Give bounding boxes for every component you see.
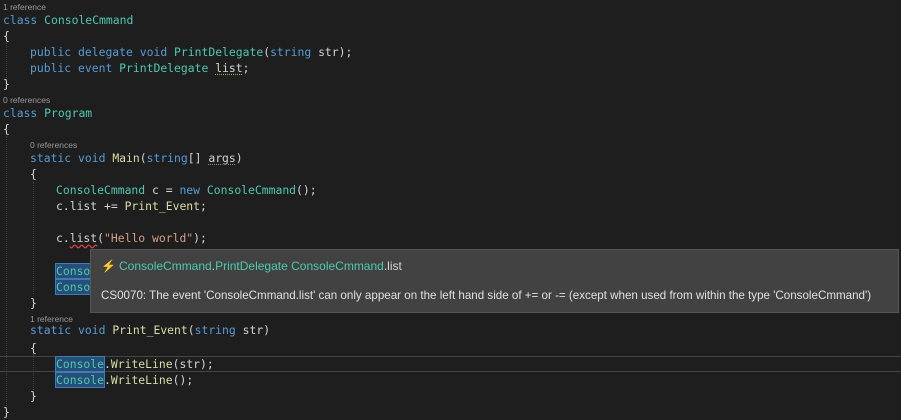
method-name: Main <box>112 151 140 165</box>
code-line[interactable]: Console.WriteLine(str); <box>54 356 214 372</box>
punct: (); <box>296 183 317 197</box>
keyword: public <box>30 45 72 59</box>
param: str <box>311 45 339 59</box>
punct: ); <box>193 231 207 245</box>
punct: ( <box>187 323 195 337</box>
code-line[interactable]: public event PrintDelegate list; <box>30 60 249 76</box>
highlighted-reference: Conso <box>54 263 92 279</box>
highlighted-reference: Console <box>54 356 106 372</box>
method-name: Print_Event <box>124 199 201 213</box>
punct: . <box>104 373 111 387</box>
code-line[interactable]: } <box>3 404 10 420</box>
tooltip-signature: ⚡ ConsoleCmmand.PrintDelegate ConsoleCmma… <box>101 259 402 273</box>
code-line[interactable]: public delegate void PrintDelegate(strin… <box>30 44 352 60</box>
sig-type: ConsoleCmmand <box>291 259 384 273</box>
keyword: event <box>78 61 113 75</box>
expression: c.list += <box>56 199 125 213</box>
indent-guide <box>6 42 8 78</box>
sig-type: ConsoleCmmand <box>119 259 212 273</box>
indent-guide <box>33 182 35 294</box>
code-line[interactable]: ConsoleCmmand c = new ConsoleCmmand(); <box>56 182 317 198</box>
keyword: static <box>30 151 72 165</box>
method-name: Print_Event <box>112 323 188 337</box>
keyword: string <box>270 45 312 59</box>
brace: { <box>3 29 10 43</box>
punct: ; <box>242 61 250 75</box>
sig-type: PrintDelegate <box>215 259 288 273</box>
param: str <box>235 323 264 337</box>
code-line[interactable]: } <box>3 76 10 92</box>
keyword: string <box>146 151 188 165</box>
brace: { <box>30 341 37 355</box>
code-line[interactable]: class ConsoleCmmand <box>3 12 133 28</box>
brace: } <box>3 405 10 419</box>
method-name: WriteLine <box>110 357 173 371</box>
sig-member: .list <box>383 259 402 273</box>
highlighted-reference: Console <box>54 372 106 388</box>
string-literal: "Hello world" <box>104 231 194 245</box>
code-line[interactable]: { <box>30 340 37 356</box>
brace: } <box>30 389 37 403</box>
brace: } <box>3 77 10 91</box>
type-name: PrintDelegate <box>119 61 209 75</box>
brace: { <box>30 167 37 181</box>
keyword: void <box>78 151 106 165</box>
code-line[interactable]: { <box>3 121 10 137</box>
keyword: class <box>3 13 38 27</box>
quick-info-tooltip[interactable]: ⚡ ConsoleCmmand.PrintDelegate ConsoleCmma… <box>90 249 899 313</box>
punct: ) <box>263 323 271 337</box>
lightning-icon: ⚡ <box>101 259 116 273</box>
variable: c = <box>145 183 180 197</box>
punct: ( <box>139 151 147 165</box>
keyword: public <box>30 61 72 75</box>
method-name: WriteLine <box>110 373 173 387</box>
code-editor[interactable]: 1 reference 0 references 0 references 1 … <box>0 0 901 420</box>
tooltip-error-message: CS0070: The event 'ConsoleCmmand.list' c… <box>101 289 872 302</box>
code-line[interactable]: { <box>30 166 37 182</box>
code-line[interactable]: class Program <box>3 105 92 121</box>
error-squiggle[interactable]: list <box>70 231 97 245</box>
brace: } <box>30 296 37 310</box>
code-line[interactable]: c.list("Hello world"); <box>56 230 207 246</box>
code-line[interactable]: c.list += Print_Event; <box>56 198 207 214</box>
code-line[interactable]: Console.WriteLine(); <box>54 372 194 388</box>
punct: ); <box>338 45 353 59</box>
code-line[interactable]: Conso <box>54 279 92 295</box>
event-field: list <box>215 61 243 75</box>
code-line[interactable]: } <box>30 388 37 404</box>
type-name: ConsoleCmmand <box>56 183 146 197</box>
punct: ) <box>235 151 243 165</box>
code-line[interactable]: static void Main(string[] args) <box>30 150 243 166</box>
class-name: Program <box>44 106 93 120</box>
punct: ( <box>97 231 105 245</box>
args: (str); <box>172 357 214 371</box>
keyword: static <box>30 323 72 337</box>
type-name: ConsoleCmmand <box>200 183 297 197</box>
keyword: string <box>194 323 236 337</box>
code-line[interactable]: { <box>3 28 10 44</box>
keyword: void <box>78 323 106 337</box>
delegate-name: PrintDelegate <box>174 45 264 59</box>
keyword: class <box>3 106 38 120</box>
param: args <box>208 151 236 165</box>
code-line[interactable]: Conso <box>54 263 92 279</box>
punct: ; <box>200 199 207 213</box>
args: (); <box>172 373 194 387</box>
code-line[interactable]: static void Print_Event(string str) <box>30 322 270 338</box>
class-name: ConsoleCmmand <box>44 13 134 27</box>
highlighted-reference: Conso <box>54 279 92 295</box>
keyword: void <box>139 45 168 59</box>
code-line[interactable]: } <box>30 295 37 311</box>
punct: [] <box>187 151 209 165</box>
expression: c. <box>56 231 70 245</box>
keyword: delegate <box>78 45 133 59</box>
keyword: new <box>179 183 201 197</box>
punct: . <box>104 357 111 371</box>
brace: { <box>3 122 10 136</box>
